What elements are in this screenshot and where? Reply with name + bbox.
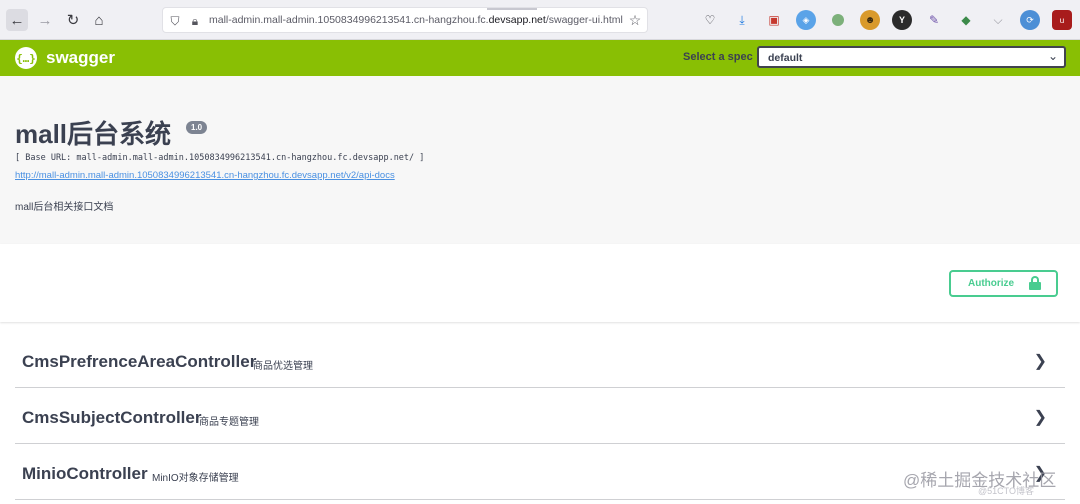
circle-extension-icon[interactable] bbox=[832, 14, 844, 26]
reload-button[interactable]: ↻ bbox=[62, 9, 84, 31]
authorize-label: Authorize bbox=[968, 278, 1015, 289]
address-bar[interactable]: ⛉ 🔒︎ mall-admin.mall-admin.1050834996213… bbox=[162, 7, 648, 33]
shield-icon[interactable]: ⛉ bbox=[167, 13, 183, 29]
compass-icon[interactable]: ◈ bbox=[796, 10, 816, 30]
swagger-logo[interactable]: {…} swagger bbox=[15, 46, 115, 70]
api-docs-link[interactable]: http://mall-admin.mall-admin.10508349962… bbox=[15, 170, 395, 181]
chevron-right-icon[interactable]: ❯ bbox=[1034, 351, 1047, 371]
swagger-logo-icon: {…} bbox=[15, 47, 37, 69]
spec-select[interactable]: default ⌄ bbox=[757, 46, 1066, 68]
puzzle-icon[interactable]: ◆ bbox=[956, 10, 976, 30]
page-title: mall后台系统 bbox=[15, 119, 172, 149]
forward-button[interactable]: → bbox=[34, 9, 56, 31]
y-extension-icon[interactable]: Y bbox=[892, 10, 912, 30]
base-url: [ Base URL: mall-admin.mall-admin.105083… bbox=[15, 153, 425, 163]
tab-indicator bbox=[487, 8, 537, 10]
chevron-down-icon: ⌄ bbox=[1047, 49, 1058, 63]
unlock-icon bbox=[1029, 276, 1041, 290]
controller-section[interactable]: CmsPrefrenceAreaController 商品优选管理 ❯ bbox=[15, 332, 1065, 388]
swagger-logo-text: swagger bbox=[46, 48, 115, 67]
home-button[interactable]: ⌂ bbox=[88, 9, 110, 31]
lock-icon[interactable]: 🔒︎ bbox=[187, 13, 203, 29]
back-button[interactable]: ← bbox=[6, 9, 28, 31]
controller-description: MinIO对象存储管理 bbox=[152, 473, 239, 484]
chevron-icon[interactable]: ⌵ bbox=[988, 10, 1008, 30]
swagger-topbar: {…} swagger Select a spec default ⌄ bbox=[0, 40, 1080, 76]
spec-select-value: default bbox=[768, 52, 803, 64]
clipboard-icon[interactable]: ▣ bbox=[764, 10, 784, 30]
watermark-sub: @51CTO博客 bbox=[978, 486, 1034, 496]
ublock-icon[interactable]: u bbox=[1052, 10, 1072, 30]
controller-name: CmsSubjectController bbox=[22, 408, 202, 427]
download-icon[interactable]: ⤓ bbox=[732, 10, 752, 30]
browser-toolbar: ← → ↻ ⌂ ⛉ 🔒︎ mall-admin.mall-admin.10508… bbox=[0, 0, 1080, 40]
extension-toolbar: ♡ ⤓ ▣ ◈ ☻ Y ✎ ◆ ⌵ ⟳ u ? ≡ bbox=[700, 10, 1080, 30]
authorize-button[interactable]: Authorize bbox=[949, 270, 1058, 297]
monkey-icon[interactable]: ☻ bbox=[860, 10, 880, 30]
url-text[interactable]: mall-admin.mall-admin.1050834996213541.c… bbox=[209, 14, 623, 26]
chevron-right-icon[interactable]: ❯ bbox=[1034, 407, 1047, 427]
spec-label: Select a spec bbox=[683, 51, 753, 63]
api-info: mall后台系统 1.0 [ Base URL: mall-admin.mall… bbox=[0, 76, 1080, 244]
star-icon[interactable]: ☆ bbox=[627, 12, 643, 28]
controller-section[interactable]: CmsSubjectController 商品专题管理 ❯ bbox=[15, 388, 1065, 444]
pen-icon[interactable]: ✎ bbox=[924, 10, 944, 30]
pocket-icon[interactable]: ♡ bbox=[700, 10, 720, 30]
controller-name: MinioController bbox=[22, 464, 148, 483]
controller-description: 商品专题管理 bbox=[199, 417, 259, 428]
controller-name: CmsPrefrenceAreaController bbox=[22, 352, 257, 371]
sync-icon[interactable]: ⟳ bbox=[1020, 10, 1040, 30]
version-badge: 1.0 bbox=[186, 121, 208, 134]
authorize-section: Authorize bbox=[0, 244, 1080, 322]
api-description: mall后台相关接口文档 bbox=[15, 202, 114, 213]
controller-description: 商品优选管理 bbox=[253, 361, 313, 372]
